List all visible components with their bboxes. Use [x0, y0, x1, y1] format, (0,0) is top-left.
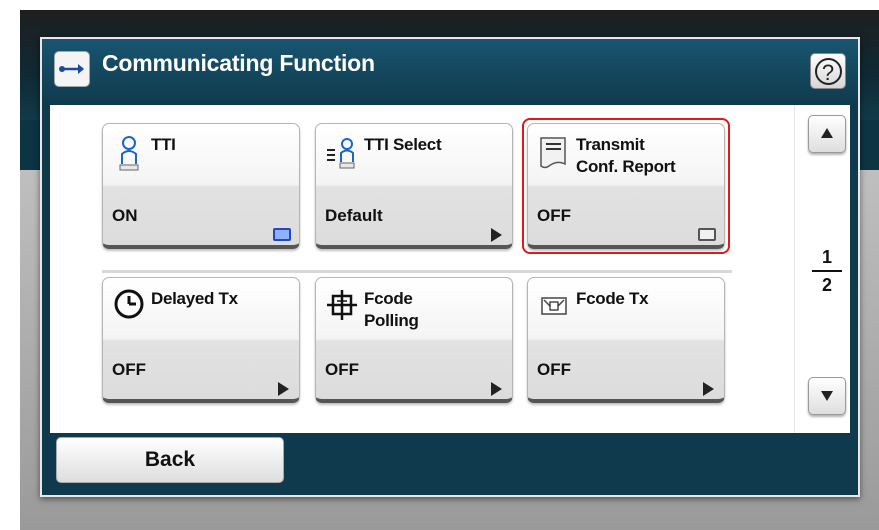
function-grid: TTI ON TTI Select Default Transmit Conf.… [50, 105, 850, 433]
clock-icon [114, 289, 144, 319]
toggle-on-indicator [273, 228, 291, 241]
tile-value: OFF [537, 206, 571, 225]
play-arrow-icon [491, 228, 502, 242]
tile-label-line1: Fcode [364, 289, 413, 308]
tile-label-line2: Polling [364, 311, 419, 330]
play-arrow-icon [703, 382, 714, 396]
fcode-polling-icon [327, 290, 357, 320]
tile-tti-select[interactable]: TTI Select Default [315, 123, 513, 249]
list-person-icon [327, 138, 355, 169]
fax-line-icon [54, 51, 90, 87]
page-indicator: 1 2 [808, 245, 846, 297]
title-bar: Communicating Function ? [42, 39, 858, 105]
toggle-off-indicator [698, 228, 716, 241]
row-divider [102, 270, 732, 273]
report-paper-icon [540, 137, 566, 169]
scroll-divider [794, 105, 795, 433]
back-button[interactable]: Back [56, 437, 284, 483]
tile-label: Fcode Tx [576, 289, 649, 308]
tile-value: ON [112, 206, 138, 225]
play-arrow-icon [491, 382, 502, 396]
tile-value: OFF [537, 360, 571, 379]
scroll-down-button[interactable] [808, 377, 846, 415]
tile-fcode-tx[interactable]: Fcode Tx OFF [527, 277, 725, 403]
tile-delayed-tx[interactable]: Delayed Tx OFF [102, 277, 300, 403]
tile-tti[interactable]: TTI ON [102, 123, 300, 249]
play-arrow-icon [278, 382, 289, 396]
total-pages: 2 [821, 275, 832, 295]
help-icon: ? [814, 58, 842, 85]
scroll-up-button[interactable] [808, 115, 846, 153]
tile-transmit-conf-report[interactable]: Transmit Conf. Report OFF [522, 118, 730, 254]
tile-value: OFF [112, 360, 146, 379]
tile-label: Fcode Polling [364, 288, 419, 332]
tile-label-line2: Conf. Report [576, 157, 676, 176]
person-id-icon [119, 136, 139, 171]
up-arrow-icon [821, 128, 833, 138]
tile-label-line1: Transmit [576, 135, 645, 154]
current-page: 1 [821, 247, 832, 267]
page-fraction-bar [812, 270, 842, 272]
fcode-mailbox-icon [541, 297, 567, 315]
tile-value: OFF [325, 360, 359, 379]
tile-fcode-polling[interactable]: Fcode Polling OFF [315, 277, 513, 403]
communicating-function-dialog: Communicating Function ? TTI ON TTI Sele… [40, 37, 860, 497]
tile-value: Default [325, 206, 383, 225]
help-button[interactable]: ? [810, 53, 846, 89]
tile-label: Delayed Tx [151, 289, 238, 308]
tile-label: TTI [151, 135, 176, 154]
tile-label: TTI Select [364, 135, 442, 154]
down-arrow-icon [821, 391, 833, 401]
tile-label: Transmit Conf. Report [576, 134, 676, 178]
page-title: Communicating Function [102, 50, 375, 76]
